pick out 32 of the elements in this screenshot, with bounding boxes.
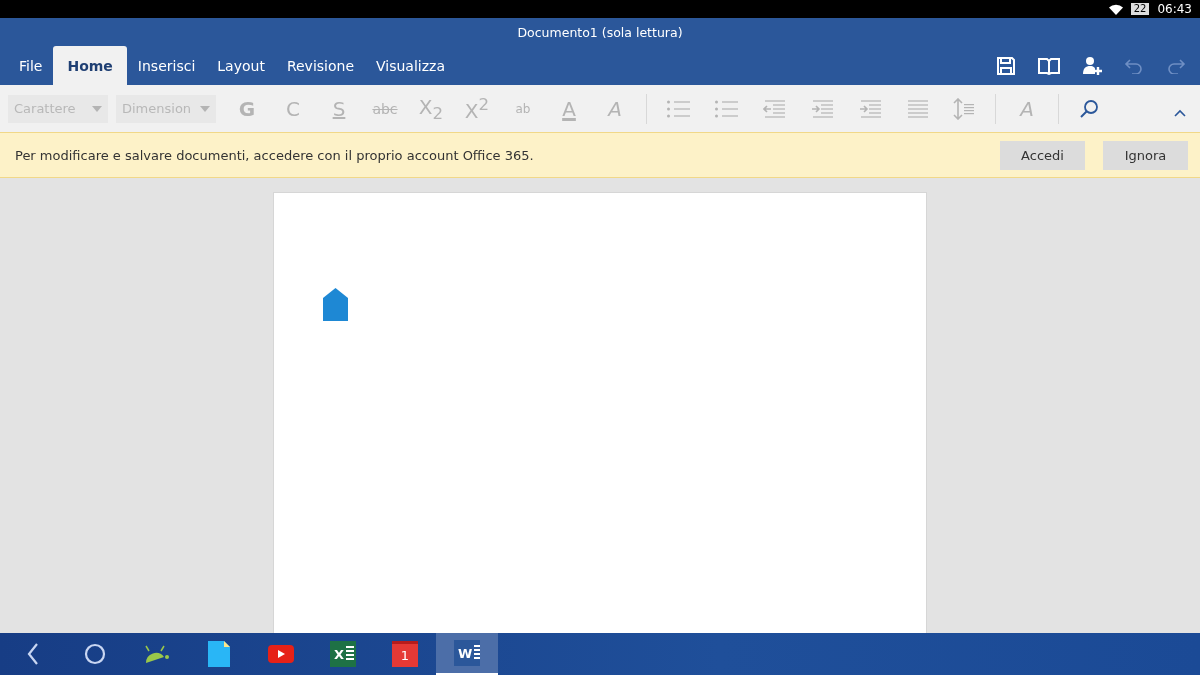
play-app-icon[interactable] bbox=[268, 645, 294, 663]
document-app-icon[interactable] bbox=[208, 641, 230, 667]
ribbon-tab[interactable]: Revisione bbox=[275, 46, 365, 85]
add-person-icon[interactable] bbox=[1082, 55, 1102, 76]
dropdown-icon bbox=[200, 105, 210, 112]
ribbon-tab[interactable]: Visualizza bbox=[365, 46, 456, 85]
taskbar-slot[interactable]: W bbox=[436, 633, 498, 675]
collapse-icon[interactable] bbox=[1174, 109, 1186, 117]
clock: 06:43 bbox=[1157, 2, 1192, 16]
word-app-icon[interactable]: W bbox=[454, 640, 480, 666]
ribbon-tab[interactable]: Layout bbox=[206, 46, 276, 85]
robot-icon[interactable] bbox=[144, 645, 170, 663]
ribbon-tab[interactable]: File bbox=[8, 46, 54, 85]
message-button[interactable]: Ignora bbox=[1103, 140, 1188, 170]
ribbon-tab[interactable]: Inserisci bbox=[126, 46, 207, 85]
message-text: Per modificare e salvare documenti, accedere con il proprio account Office 365. bbox=[15, 147, 534, 163]
wifi-icon bbox=[1108, 3, 1123, 15]
home-circle-icon[interactable] bbox=[84, 643, 106, 665]
back-icon[interactable] bbox=[27, 643, 39, 665]
taskbar-slot[interactable]: 1 bbox=[374, 633, 436, 675]
dropdown-icon bbox=[92, 105, 102, 112]
search-icon[interactable] bbox=[1079, 98, 1099, 119]
window-title: Documento1 (sola lettura) bbox=[517, 24, 683, 40]
taskbar-slot[interactable]: X bbox=[312, 633, 374, 675]
book-icon[interactable] bbox=[1038, 56, 1060, 75]
save-icon[interactable] bbox=[996, 55, 1016, 76]
message-button[interactable]: Accedi bbox=[1000, 140, 1085, 170]
calendar-app-icon[interactable]: 1 bbox=[392, 641, 418, 667]
ribbon-tab[interactable]: Home bbox=[53, 46, 127, 85]
battery-indicator: 22 bbox=[1130, 3, 1150, 15]
spreadsheet-app-icon[interactable]: X bbox=[330, 641, 356, 667]
cursor-handle-icon[interactable] bbox=[323, 288, 348, 321]
